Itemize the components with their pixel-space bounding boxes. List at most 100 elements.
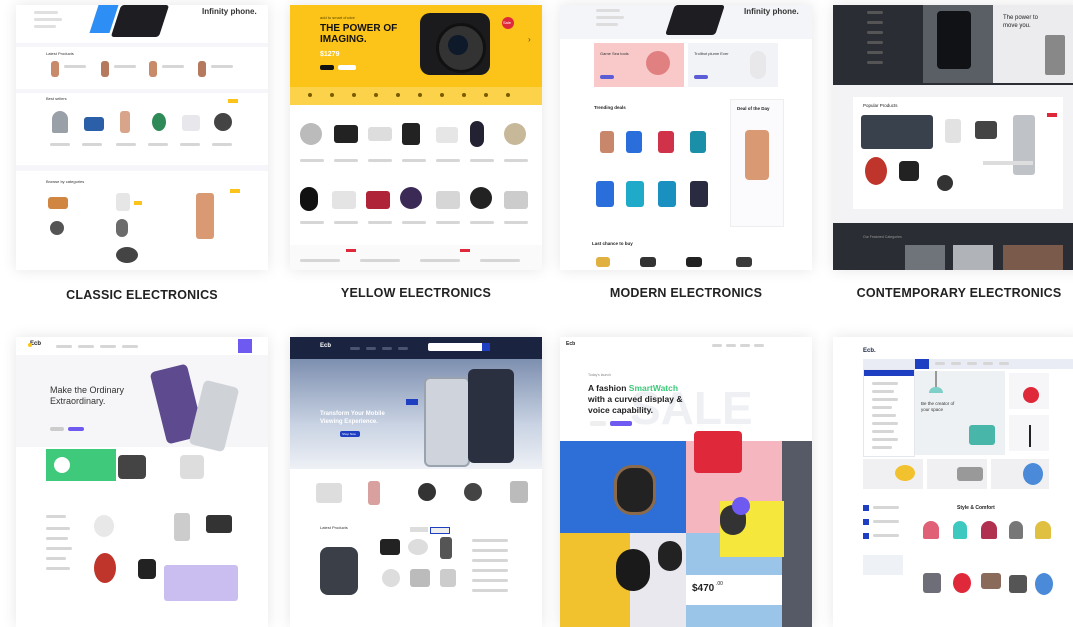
section-title: Best sellers [46,96,67,101]
hero-banner: Be the creator of your space [915,371,1005,455]
promo-card[interactable] [1009,373,1049,409]
trending-deals-section: Trending deals Deal of the Day [560,97,812,237]
hero-headline: Make the Ordinary [50,385,125,395]
hero-kicker: Today's launch [588,373,612,377]
product-row-2 [290,181,542,241]
hero-text: The power to [1003,15,1039,21]
hero-secondary-button[interactable] [590,421,606,426]
phone-image [665,5,725,35]
price-box: $470 .00 [686,575,782,605]
hero-text: Infinity phone. [744,7,799,16]
caption-yellow: YELLOW ELECTRONICS [340,286,492,300]
hero-banner: The power to move you. [833,5,1073,85]
phone-image [196,193,214,239]
hero-headline-3: voice capability. [588,405,654,415]
category-sidebar [863,369,915,457]
hero-price: $1279 [320,51,340,58]
camera-image [420,13,490,75]
hero-banner: add to smart choice THE POWER OF IMAGING… [290,5,542,87]
hero-banner: Transform Your Mobile Viewing Experience… [290,359,542,469]
style-comfort-section: Style & Comfort [917,499,1057,627]
hero-image [923,5,993,83]
hero-text: Infinity phone. [202,7,257,16]
hero-headline-2: Extraordinary. [50,396,106,406]
section-title: Browse by categories [46,179,85,184]
top-nav: Ecb [16,337,268,356]
section-title: Latest Products [320,525,348,530]
hero-headline: THE POWER OF [320,23,398,34]
hero-banner: Infinity phone. [16,5,268,43]
hero-cta-button[interactable] [320,65,334,70]
latest-products-section: Latest Products [16,47,268,89]
hero-text-2: move you. [1003,23,1031,29]
price: $470 [692,583,715,594]
hero-headline-2: IMAGING. [320,34,367,45]
section-title: Style & Comfort [957,505,995,511]
product-grid [16,507,268,627]
classic-electronics-preview[interactable]: Infinity phone. Latest Products Best sel… [16,5,268,270]
category-strip [290,87,542,105]
section-title: Last chance to buy [592,241,633,246]
section-title: Popular Products [863,103,898,108]
smartwatch-image [320,547,358,595]
hero-headline-2: Viewing Experience. [320,419,378,425]
product-strip [290,475,542,515]
hero-secondary-button[interactable] [50,427,64,431]
hero-banner: Make the Ordinary Extraordinary. [16,355,268,453]
hero-cta-button[interactable] [68,427,84,431]
last-chance-section: Last chance to buy [560,239,812,270]
hero-text: Be the creator of [921,401,955,406]
promo-card[interactable] [46,449,116,481]
feature-row [863,459,1049,489]
promo-card[interactable] [1009,415,1049,451]
hero-secondary-button[interactable] [338,65,356,70]
caption-contemporary: CONTEMPORARY ELECTRONICS [856,286,1062,300]
contemporary-electronics-preview[interactable]: The power to move you. Popular Products … [833,5,1073,270]
popular-products-section: Popular Products [853,97,1063,209]
phone-image [1013,115,1035,175]
electronics-preview-5[interactable]: Ecb Make the Ordinary Extraordinary. [16,337,268,627]
promo-card[interactable] [164,565,238,601]
search-input[interactable] [428,343,490,351]
category-bar [863,359,1073,369]
phone-image [424,377,470,467]
section-title: Trending deals [594,105,626,110]
modern-electronics-preview[interactable]: Infinity phone. Game Sea tools Trollbot … [560,5,812,270]
search-icon[interactable] [482,343,490,351]
promo-card[interactable]: Game Sea tools [594,43,684,87]
smartwatch-image [614,465,656,515]
promo-card[interactable]: Trollbot plume Ever [688,43,778,87]
logo: Ecb [320,343,332,349]
caption-classic: CLASSIC ELECTRONICS [66,288,218,302]
electronics-preview-8[interactable]: Ecb. Be the creator of your space Style … [833,337,1073,627]
browse-categories-section: Browse by categories [16,171,268,270]
footer-strip [290,245,542,270]
hero-cta-button[interactable] [610,421,632,426]
hero-headline: Transform Your Mobile [320,411,385,417]
hero-cta-button[interactable]: Shop Now [340,431,360,437]
cart-button[interactable] [238,339,252,353]
caption-modern: MODERN ELECTRONICS [609,286,763,300]
logo: Ecb. [863,348,876,354]
filter-sidebar [863,499,913,609]
hero-headline-2: with a curved display & [588,394,683,404]
electronics-preview-6[interactable]: Ecb Transform Your Mobile Viewing Experi… [290,337,542,627]
electronics-preview-7[interactable]: Ecb SALE Today's launch A fashion SmartW… [560,337,812,627]
best-sellers-section: Best sellers [16,93,268,165]
latest-products-section: Latest Products [290,523,542,627]
price-badge [732,497,750,515]
section-title: Latest Products [46,51,74,56]
yellow-electronics-preview[interactable]: add to smart choice THE POWER OF IMAGING… [290,5,542,270]
hero-kicker: add to smart choice [320,15,355,20]
top-nav: Ecb [290,337,542,359]
featured-strip: Our Featured Categories [833,223,1073,270]
top-nav: Ecb [560,337,812,353]
hero-headline: A fashion SmartWatch [588,383,679,393]
carousel-next-icon[interactable]: › [528,35,531,44]
price-cents: .00 [716,581,723,587]
logo: Ecb [566,341,576,347]
hero-text-2: your space [921,407,944,412]
deal-of-the-day-card[interactable]: Deal of the Day [730,99,784,227]
hero-banner: Infinity phone. [560,5,812,39]
product-row [290,113,542,183]
